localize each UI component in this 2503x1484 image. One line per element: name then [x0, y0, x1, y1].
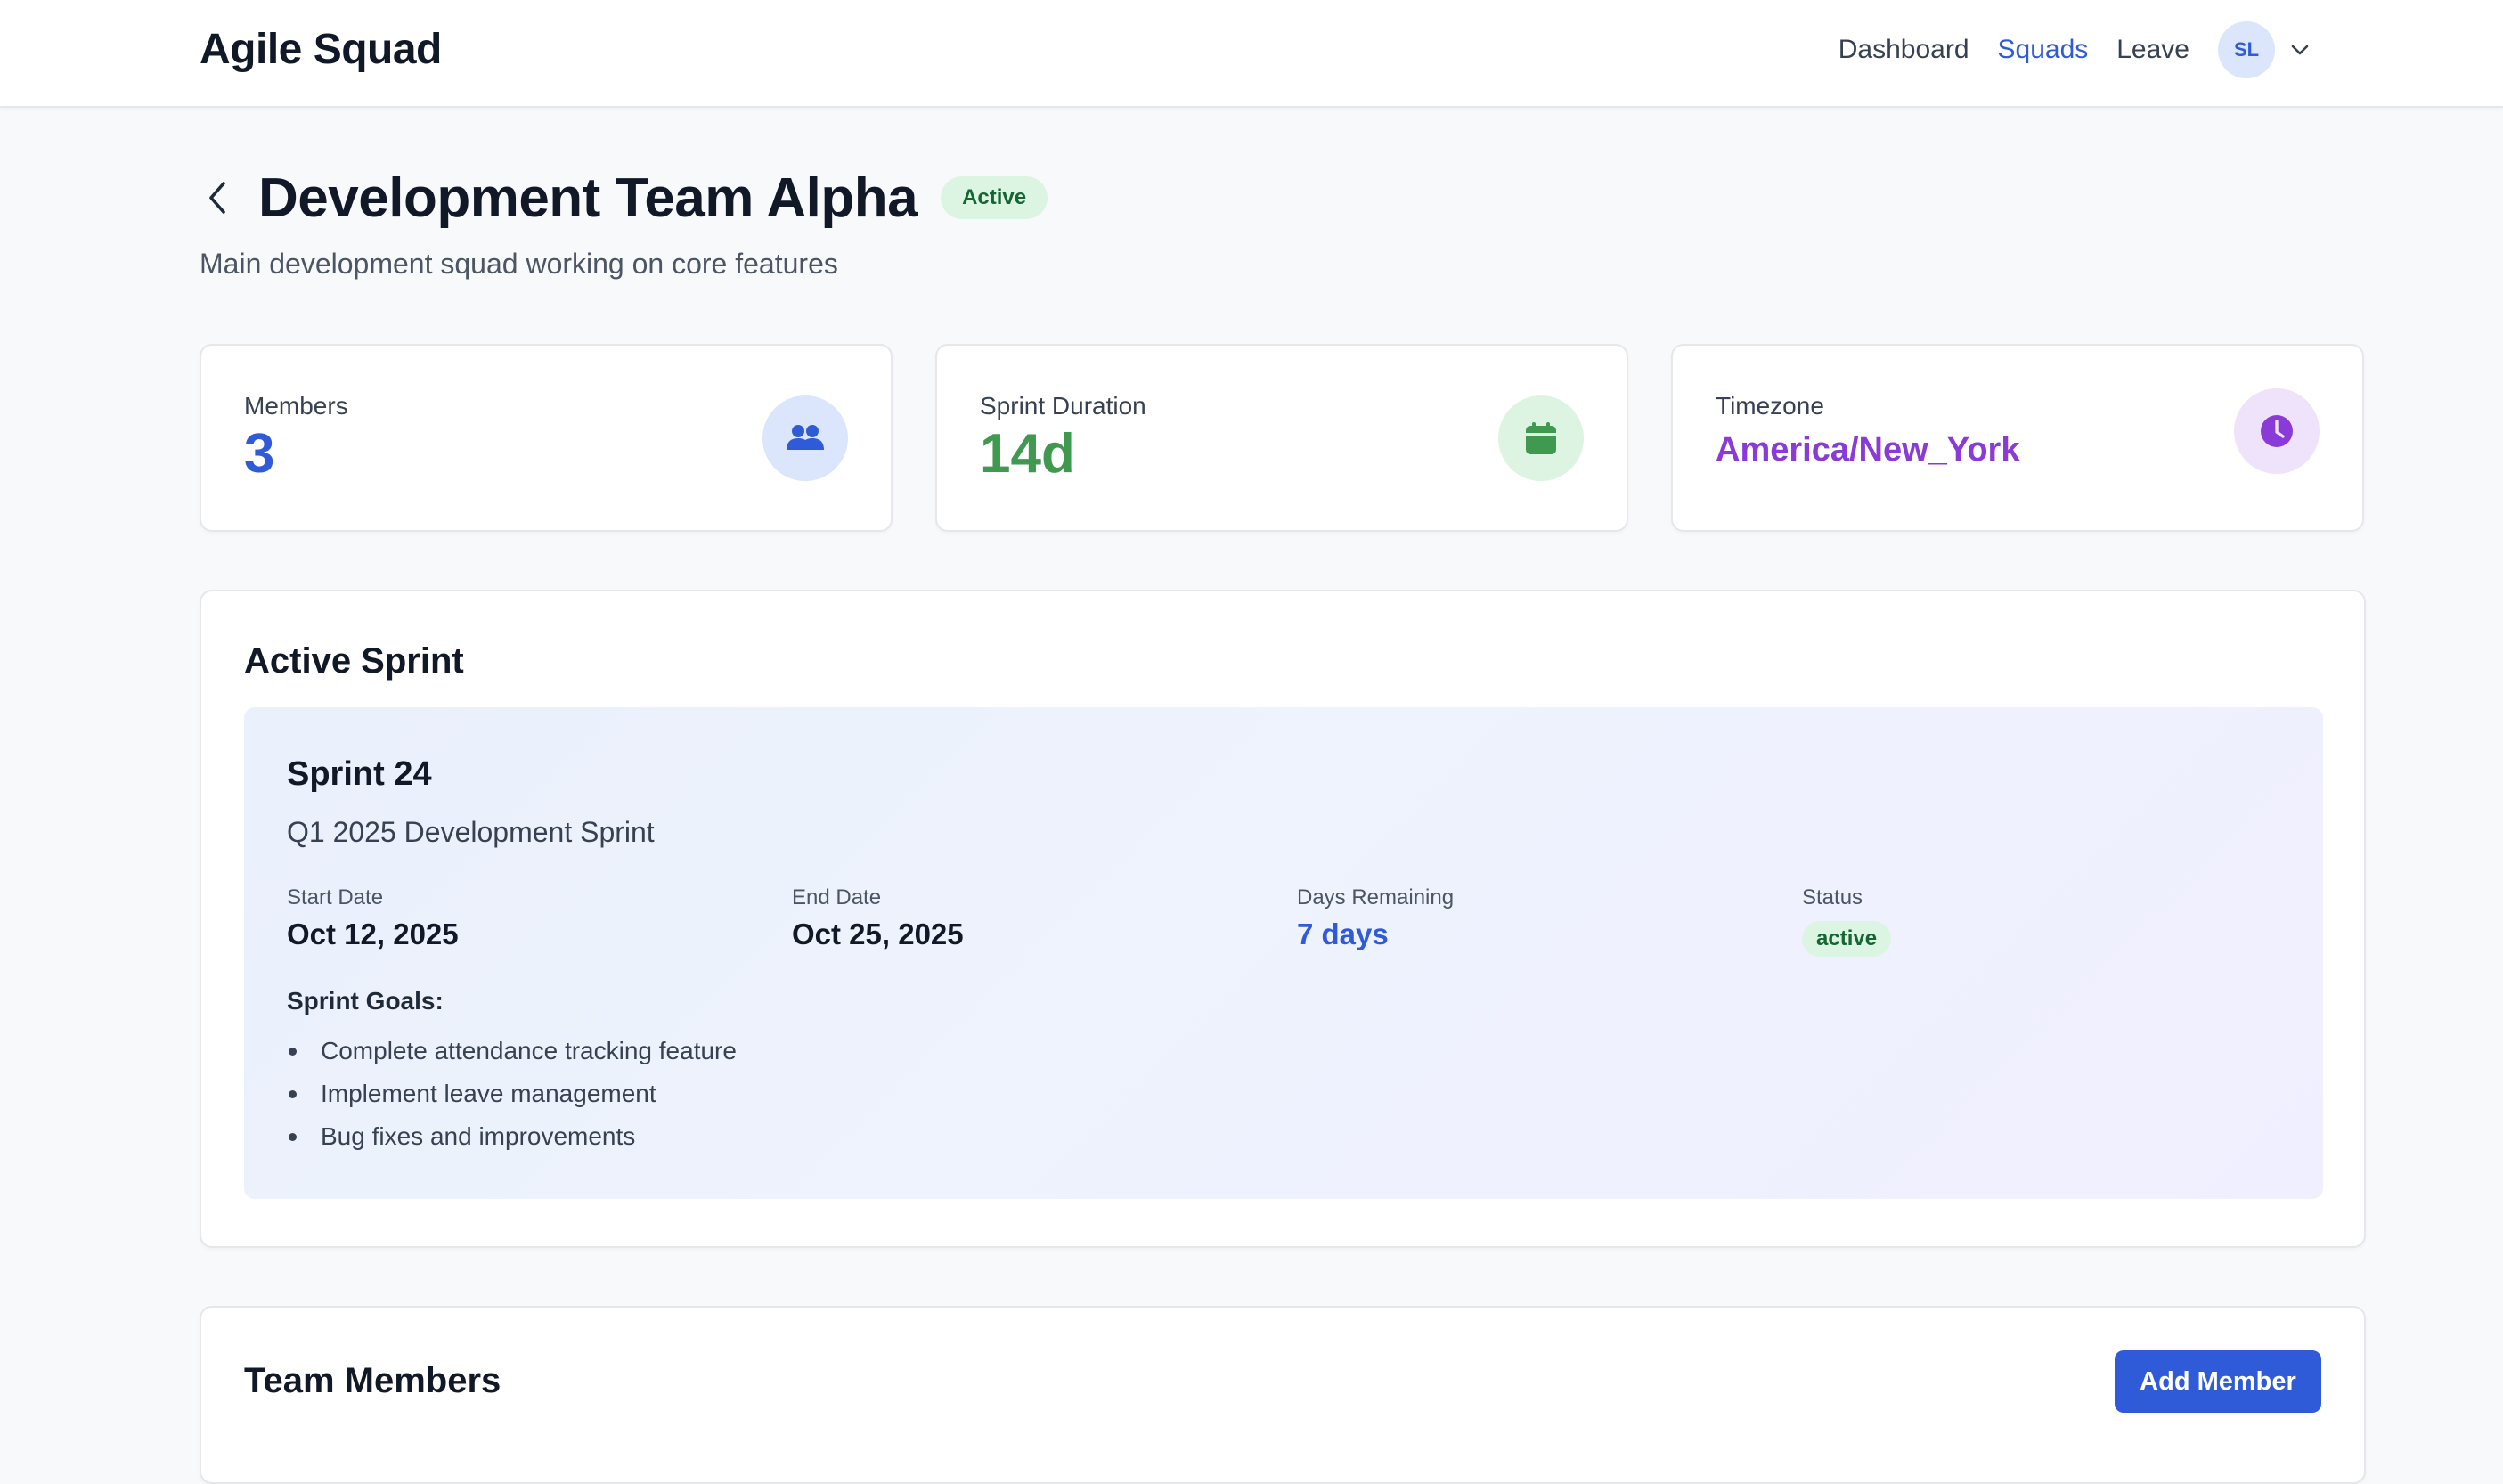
meta-label: Days Remaining: [1297, 885, 1455, 909]
top-navbar: Agile Squad Dashboard Squads Leave SL: [0, 0, 2503, 108]
section-title: Active Sprint: [244, 641, 464, 681]
meta-label: Start Date: [287, 885, 384, 909]
meta-label: Status: [1802, 885, 1863, 909]
status-badge: Active: [941, 176, 1048, 219]
sprint-description: Q1 2025 Development Sprint: [287, 816, 655, 848]
stat-value: 14d: [980, 423, 1075, 485]
page-subtitle: Main development squad working on core f…: [200, 248, 838, 280]
list-item: Implement leave management: [287, 1076, 737, 1119]
meta-value: Oct 12, 2025: [287, 917, 459, 950]
sprint-goals-list: Complete attendance tracking feature Imp…: [287, 1033, 737, 1162]
sprint-goals-title: Sprint Goals:: [287, 987, 444, 1015]
page-header: Development Team Alpha Active Main devel…: [200, 160, 2337, 281]
page-title: Development Team Alpha: [258, 167, 918, 229]
list-item: Bug fixes and improvements: [287, 1119, 737, 1162]
meta-value: 7 days: [1297, 917, 1389, 950]
sprint-end-date: End Date Oct 25, 2025: [792, 885, 964, 951]
stat-value: America/New_York: [1716, 431, 2020, 469]
sprint-status: Status active: [1802, 885, 1892, 957]
sprint-start-date: Start Date Oct 12, 2025: [287, 885, 459, 951]
stat-label: Members: [244, 392, 348, 420]
stat-card-sprint-duration: Sprint Duration 14d: [935, 344, 1628, 532]
stat-label: Sprint Duration: [980, 392, 1146, 420]
back-arrow-icon[interactable]: [194, 175, 241, 221]
meta-label: End Date: [792, 885, 882, 909]
stat-card-members: Members 3: [200, 344, 893, 532]
nav-link-dashboard[interactable]: Dashboard: [1839, 35, 1969, 65]
chevron-down-icon[interactable]: [2287, 37, 2312, 62]
brand-logo[interactable]: Agile Squad: [200, 25, 442, 74]
nav-links: Dashboard Squads Leave SL: [1810, 20, 2312, 80]
stat-label: Timezone: [1716, 392, 1824, 420]
users-icon: [762, 395, 848, 481]
status-badge: active: [1802, 921, 1892, 957]
list-item: Complete attendance tracking feature: [287, 1033, 737, 1076]
user-avatar[interactable]: SL: [2218, 21, 2275, 78]
add-member-button[interactable]: Add Member: [2115, 1350, 2321, 1413]
meta-value: Oct 25, 2025: [792, 917, 964, 950]
active-sprint-panel: Active Sprint Sprint 24 Q1 2025 Developm…: [200, 590, 2366, 1248]
stat-card-timezone: Timezone America/New_York: [1671, 344, 2364, 532]
nav-link-squads[interactable]: Squads: [1998, 35, 2089, 65]
section-title: Team Members: [244, 1361, 501, 1400]
sprint-days-remaining: Days Remaining 7 days: [1297, 885, 1454, 951]
nav-link-leave[interactable]: Leave: [2116, 35, 2189, 65]
stat-value: 3: [244, 423, 275, 485]
team-members-panel: Team Members Add Member: [200, 1306, 2366, 1484]
sprint-card: Sprint 24 Q1 2025 Development Sprint Sta…: [244, 707, 2323, 1199]
calendar-icon: [1498, 395, 1584, 481]
clock-icon: [2234, 388, 2320, 474]
sprint-name: Sprint 24: [287, 755, 432, 793]
